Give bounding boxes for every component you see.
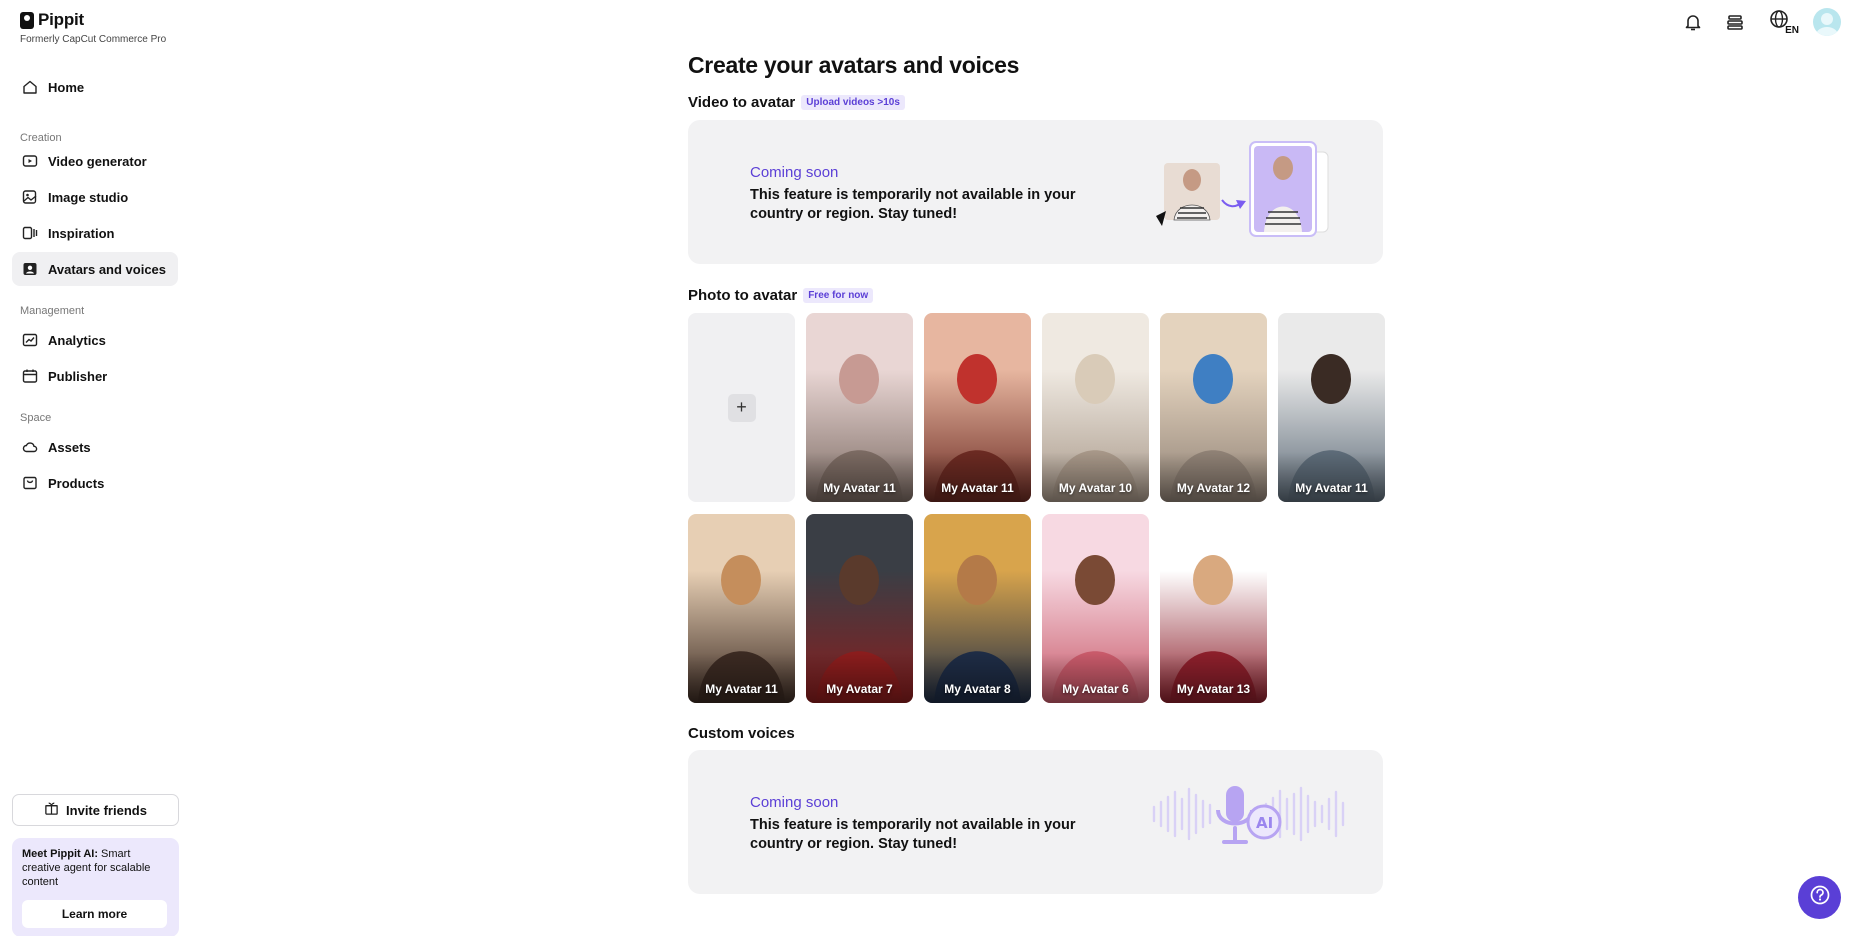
sidebar-item-label: Image studio: [48, 189, 129, 205]
avatar-tile[interactable]: My Avatar 7: [806, 514, 913, 703]
sidebar-item-home[interactable]: Home: [12, 70, 178, 104]
section-management: Management: [20, 305, 85, 317]
custom-voices-heading: Custom voices: [688, 725, 795, 742]
voice-waveform-illustration: AI: [1152, 786, 1345, 844]
question-icon: [1809, 884, 1831, 911]
products-icon: [21, 474, 39, 492]
image-studio-icon: [21, 188, 39, 206]
invite-friends-label: Invite friends: [66, 802, 147, 818]
video-generator-icon: [21, 152, 39, 170]
avatar-tile[interactable]: My Avatar 8: [924, 514, 1031, 703]
add-icon: +: [727, 393, 756, 422]
analytics-icon: [21, 331, 39, 349]
gift-icon: [44, 801, 59, 819]
section-space: Space: [20, 412, 52, 424]
invite-friends-button[interactable]: Invite friends: [12, 794, 179, 826]
avatar-tile[interactable]: My Avatar 11: [806, 313, 913, 502]
inspiration-icon: [21, 224, 39, 242]
svg-text:AI: AI: [1256, 814, 1273, 832]
bell-icon[interactable]: [1681, 10, 1705, 34]
sidebar-item-inspiration[interactable]: Inspiration: [12, 216, 178, 250]
pippit-logo-icon: [20, 11, 34, 29]
language-code: EN: [1785, 25, 1799, 36]
video-to-avatar-heading: Video to avatar Upload videos >10s: [688, 94, 905, 111]
user-avatar[interactable]: [1813, 8, 1841, 36]
avatar-tile[interactable]: My Avatar 13: [1160, 514, 1267, 703]
avatar-name: My Avatar 10: [1058, 481, 1133, 495]
avatar-name: My Avatar 11: [941, 481, 1014, 495]
coming-soon-description: This feature is temporarily not availabl…: [750, 187, 1076, 222]
sidebar-item-label: Publisher: [48, 368, 108, 384]
avatar-name: My Avatar 13: [1176, 682, 1251, 696]
avatar-tile[interactable]: My Avatar 11: [924, 313, 1031, 502]
custom-voices-card: Coming soon This feature is temporarily …: [688, 750, 1383, 894]
sidebar-item-label: Inspiration: [48, 225, 115, 241]
avatar-tile[interactable]: My Avatar 10: [1042, 313, 1149, 502]
learn-more-button[interactable]: Learn more: [22, 900, 167, 928]
stack-icon[interactable]: [1723, 10, 1747, 34]
sidebar: Pippit Formerly CapCut Commerce Pro Home…: [0, 0, 190, 936]
video-to-avatar-card: Coming soon This feature is temporarily …: [688, 120, 1383, 264]
page-title: Create your avatars and voices: [688, 52, 1020, 78]
promo-heading: Meet Pippit AI:: [22, 848, 98, 860]
avatar-tile[interactable]: My Avatar 11: [688, 514, 795, 703]
coming-soon-title: Coming soon: [750, 794, 839, 811]
help-button[interactable]: [1798, 876, 1841, 919]
photo-to-avatar-heading: Photo to avatar Free for now: [688, 287, 874, 304]
sidebar-item-label: Products: [48, 475, 105, 491]
avatar-tile[interactable]: My Avatar 11: [1278, 313, 1385, 502]
sidebar-item-analytics[interactable]: Analytics: [12, 323, 178, 357]
add-avatar-tile[interactable]: +: [688, 313, 795, 502]
sidebar-item-label: Analytics: [48, 332, 106, 348]
sidebar-item-publisher[interactable]: Publisher: [12, 359, 178, 393]
avatar-name: My Avatar 7: [826, 682, 893, 696]
avatar-tile[interactable]: My Avatar 12: [1160, 313, 1267, 502]
sidebar-item-label: Avatars and voices: [48, 261, 167, 277]
avatar-name: My Avatar 6: [1062, 682, 1129, 696]
avatar-tile[interactable]: My Avatar 6: [1042, 514, 1149, 703]
logo[interactable]: Pippit: [20, 10, 84, 30]
avatar-name: My Avatar 12: [1176, 481, 1251, 495]
section-creation: Creation: [20, 132, 62, 144]
brand-subtitle: Formerly CapCut Commerce Pro: [20, 34, 167, 45]
sidebar-item-image-studio[interactable]: Image studio: [12, 180, 178, 214]
avatar-name: My Avatar 11: [1295, 481, 1368, 495]
promo-card: Meet Pippit AI: Smart creative agent for…: [12, 838, 179, 936]
sidebar-item-products[interactable]: Products: [12, 466, 178, 500]
section-label: Photo to avatar: [688, 287, 798, 304]
section-label: Video to avatar: [688, 94, 796, 111]
video-to-avatar-illustration: [1156, 141, 1329, 237]
topbar: EN: [1681, 6, 1851, 38]
sidebar-item-label: Video generator: [48, 153, 147, 169]
sidebar-item-label: Home: [48, 79, 85, 95]
sidebar-item-video-generator[interactable]: Video generator: [12, 144, 178, 178]
free-badge: Free for now: [803, 288, 874, 303]
sidebar-item-avatars-and-voices[interactable]: Avatars and voices: [12, 252, 178, 286]
language-selector[interactable]: EN: [1765, 9, 1799, 36]
avatar-name: My Avatar 8: [944, 682, 1011, 696]
section-label: Custom voices: [688, 725, 795, 742]
sidebar-item-assets[interactable]: Assets: [12, 430, 178, 464]
avatar-name: My Avatar 11: [705, 682, 778, 696]
coming-soon-title: Coming soon: [750, 164, 839, 181]
calendar-icon: [21, 367, 39, 385]
promo-text: Meet Pippit AI: Smart creative agent for…: [22, 847, 169, 889]
home-icon: [21, 78, 39, 96]
avatar-name: My Avatar 11: [823, 481, 896, 495]
coming-soon-description: This feature is temporarily not availabl…: [750, 817, 1076, 852]
sidebar-item-label: Assets: [48, 439, 91, 455]
cloud-icon: [21, 438, 39, 456]
brand-name: Pippit: [38, 10, 85, 29]
upload-badge: Upload videos >10s: [801, 95, 905, 110]
avatar-icon: [21, 260, 39, 278]
